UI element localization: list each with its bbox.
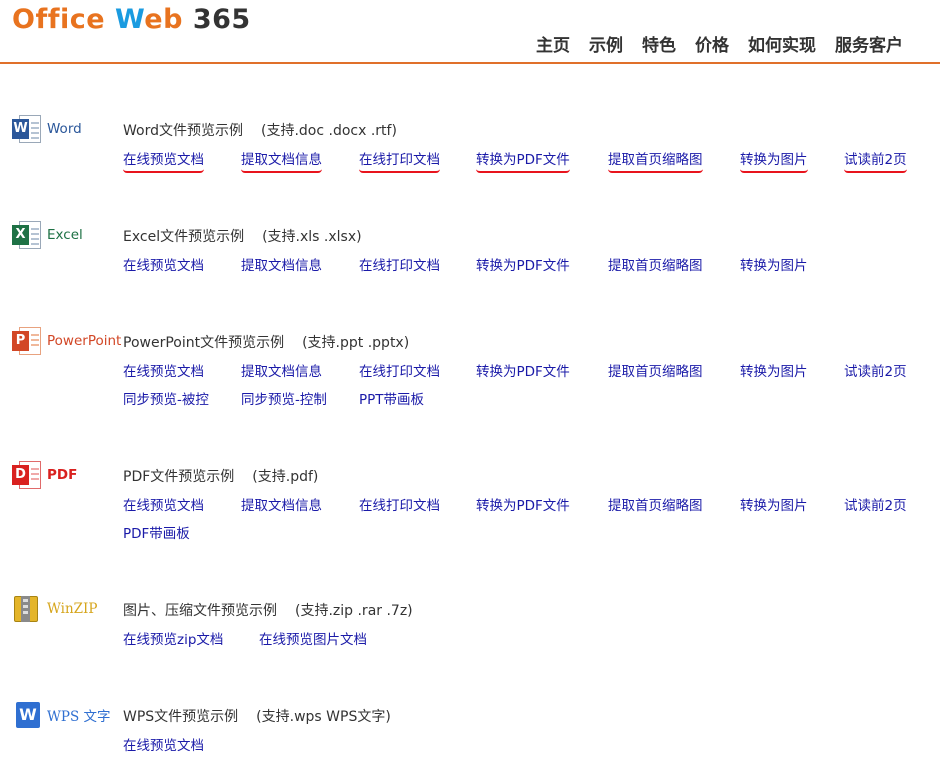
link-trial-2-pages[interactable]: 试读前2页 (844, 494, 907, 514)
supported-formats: (支持.pdf) (252, 469, 319, 485)
link-extract-info[interactable]: 提取文档信息 (241, 254, 322, 274)
link-preview[interactable]: 在线预览文档 (123, 254, 204, 274)
brand-label: WPS 文字 (47, 709, 111, 725)
link-preview-zip[interactable]: 在线预览zip文档 (123, 628, 223, 648)
section-title: WPS文件预览示例 (支持.wps WPS文字) (123, 706, 391, 726)
section-title: Word文件预览示例 (支持.doc .docx .rtf) (123, 120, 397, 140)
link-preview[interactable]: 在线预览文档 (123, 148, 204, 173)
logo-office: Office (12, 4, 106, 35)
link-extract-info[interactable]: 提取文档信息 (241, 148, 322, 173)
link-trial-2-pages[interactable]: 试读前2页 (844, 148, 907, 173)
link-ppt-drawing-board[interactable]: PPT带画板 (359, 388, 424, 408)
link-preview[interactable]: 在线预览文档 (123, 494, 204, 514)
link-thumbnail[interactable]: 提取首页缩略图 (608, 360, 703, 380)
brand-powerpoint: P PowerPoint (12, 326, 121, 356)
link-sync-controlled[interactable]: 同步预览-被控 (123, 388, 209, 408)
supported-formats: (支持.xls .xlsx) (262, 229, 362, 245)
link-pdf-drawing-board[interactable]: PDF带画板 (123, 522, 190, 542)
logo-w: W (114, 4, 145, 35)
link-print[interactable]: 在线打印文档 (359, 360, 440, 380)
nav-pricing[interactable]: 价格 (695, 31, 729, 56)
nav-examples[interactable]: 示例 (589, 31, 623, 56)
brand-word: W Word (12, 114, 82, 144)
link-to-image[interactable]: 转换为图片 (740, 148, 808, 173)
title-text: WPS文件预览示例 (123, 709, 239, 725)
link-to-pdf[interactable]: 转换为PDF文件 (476, 254, 570, 274)
link-extract-info[interactable]: 提取文档信息 (241, 494, 322, 514)
brand-winzip: WinZIP (12, 594, 97, 624)
link-print[interactable]: 在线打印文档 (359, 494, 440, 514)
link-to-pdf[interactable]: 转换为PDF文件 (476, 148, 570, 173)
winzip-icon (12, 594, 42, 624)
nav-home[interactable]: 主页 (536, 31, 570, 56)
brand-pdf: D PDF (12, 460, 77, 490)
link-to-image[interactable]: 转换为图片 (740, 360, 808, 380)
main-nav: 主页 示例 特色 价格 如何实现 服务客户 (536, 31, 903, 56)
supported-formats: (支持.zip .rar .7z) (295, 603, 413, 619)
brand-label: Excel (47, 227, 83, 243)
word-icon: W (12, 114, 42, 144)
brand-label: WinZIP (47, 601, 98, 617)
section-title: Excel文件预览示例 (支持.xls .xlsx) (123, 226, 362, 246)
title-text: PDF文件预览示例 (123, 469, 235, 485)
brand-label: PDF (47, 467, 78, 483)
link-sync-control[interactable]: 同步预览-控制 (241, 388, 327, 408)
nav-features[interactable]: 特色 (642, 31, 676, 56)
logo-365: 365 (192, 4, 251, 35)
brand-label: Word (47, 121, 82, 137)
nav-customers[interactable]: 服务客户 (835, 31, 903, 56)
title-text: Word文件预览示例 (123, 123, 243, 139)
powerpoint-icon: P (12, 326, 42, 356)
link-print[interactable]: 在线打印文档 (359, 254, 440, 274)
supported-formats: (支持.ppt .pptx) (302, 335, 410, 351)
link-trial-2-pages[interactable]: 试读前2页 (844, 360, 907, 380)
title-text: PowerPoint文件预览示例 (123, 335, 285, 351)
brand-label: PowerPoint (47, 333, 122, 349)
logo-eb: eb (144, 4, 183, 35)
section-title: 图片、压缩文件预览示例 (支持.zip .rar .7z) (123, 600, 413, 620)
pdf-icon: D (12, 460, 42, 490)
link-extract-info[interactable]: 提取文档信息 (241, 360, 322, 380)
link-to-pdf[interactable]: 转换为PDF文件 (476, 494, 570, 514)
link-to-pdf[interactable]: 转换为PDF文件 (476, 360, 570, 380)
site-logo[interactable]: Office Web 365 (12, 4, 251, 35)
brand-excel: X Excel (12, 220, 83, 250)
supported-formats: (支持.wps WPS文字) (256, 709, 391, 725)
excel-icon: X (12, 220, 42, 250)
link-to-image[interactable]: 转换为图片 (740, 494, 808, 514)
link-thumbnail[interactable]: 提取首页缩略图 (608, 148, 703, 173)
supported-formats: (支持.doc .docx .rtf) (260, 123, 397, 139)
section-title: PDF文件预览示例 (支持.pdf) (123, 466, 318, 486)
title-text: 图片、压缩文件预览示例 (123, 603, 277, 619)
section-title: PowerPoint文件预览示例 (支持.ppt .pptx) (123, 332, 409, 352)
nav-how-it-works[interactable]: 如何实现 (748, 31, 816, 56)
site-header: Office Web 365 主页 示例 特色 价格 如何实现 服务客户 (0, 0, 940, 64)
link-thumbnail[interactable]: 提取首页缩略图 (608, 494, 703, 514)
link-print[interactable]: 在线打印文档 (359, 148, 440, 173)
title-text: Excel文件预览示例 (123, 229, 245, 245)
wps-icon: W (12, 700, 42, 730)
link-preview[interactable]: 在线预览文档 (123, 360, 204, 380)
link-preview-images[interactable]: 在线预览图片文档 (259, 628, 367, 648)
link-preview[interactable]: 在线预览文档 (123, 734, 204, 754)
link-to-image[interactable]: 转换为图片 (740, 254, 808, 274)
brand-wps: W WPS 文字 (12, 700, 111, 730)
link-thumbnail[interactable]: 提取首页缩略图 (608, 254, 703, 274)
